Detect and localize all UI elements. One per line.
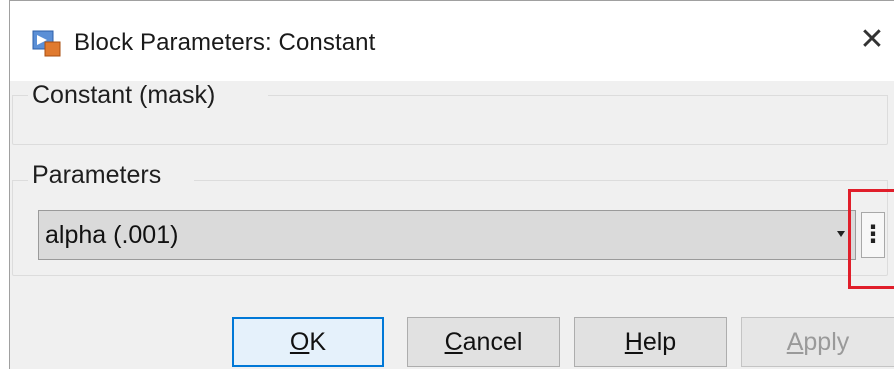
ok-button[interactable]: OK: [232, 317, 384, 367]
group-border: [268, 95, 888, 96]
group-border: [12, 180, 28, 181]
vertical-ellipsis-icon[interactable]: ⋮: [861, 212, 885, 258]
block-parameters-dialog: Block Parameters: Constant ✕ Constant (m…: [9, 0, 894, 369]
help-button[interactable]: Help: [574, 317, 727, 367]
group-border: [194, 180, 888, 181]
group-border: [12, 95, 28, 96]
cancel-mnemonic: C: [444, 327, 463, 356]
help-mnemonic: H: [624, 327, 643, 356]
constant-value-text: alpha (.001): [45, 221, 179, 249]
ok-label-rest: K: [309, 327, 327, 356]
dropdown-arrow-icon[interactable]: [837, 231, 845, 237]
window-title: Block Parameters: Constant: [74, 29, 376, 56]
apply-label-rest: pply: [803, 327, 850, 356]
help-label-rest: elp: [642, 327, 677, 356]
apply-button[interactable]: Apply: [741, 317, 894, 367]
parameters-group-label: Parameters: [32, 161, 166, 190]
cancel-button[interactable]: Cancel: [407, 317, 560, 367]
close-icon[interactable]: ✕: [855, 23, 889, 57]
constant-value-field[interactable]: alpha (.001): [38, 210, 856, 260]
simulink-block-icon: [32, 30, 61, 57]
mask-group-label: Constant (mask): [32, 81, 220, 110]
apply-mnemonic: A: [786, 327, 804, 356]
ok-mnemonic: O: [289, 327, 310, 356]
cancel-label-rest: ancel: [462, 327, 523, 356]
title-bar[interactable]: Block Parameters: Constant ✕: [10, 1, 894, 81]
